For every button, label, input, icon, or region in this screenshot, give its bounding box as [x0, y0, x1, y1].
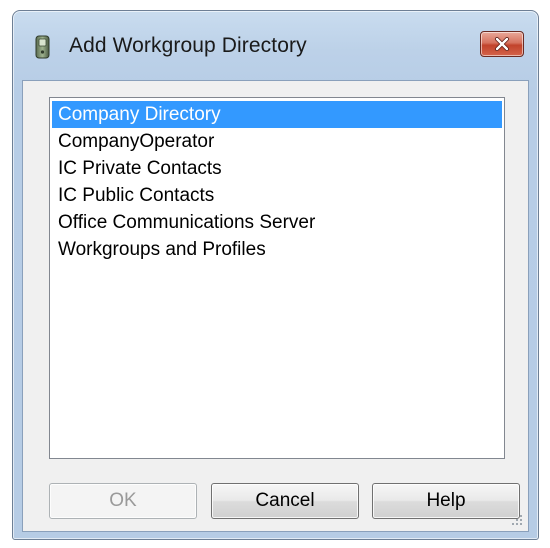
help-button[interactable]: Help: [372, 483, 520, 519]
close-icon: [494, 37, 510, 51]
title-bar[interactable]: Add Workgroup Directory: [13, 11, 538, 81]
list-item-office-communications-server[interactable]: Office Communications Server: [52, 209, 502, 236]
dialog-body: Company Directory CompanyOperator IC Pri…: [22, 80, 529, 532]
list-item-ic-private-contacts[interactable]: IC Private Contacts: [52, 155, 502, 182]
ok-button[interactable]: OK: [49, 483, 197, 519]
add-workgroup-directory-dialog: Add Workgroup Directory Company Director…: [12, 10, 539, 540]
cancel-button[interactable]: Cancel: [211, 483, 359, 519]
dialog-title: Add Workgroup Directory: [69, 34, 307, 57]
resize-grip-icon[interactable]: [510, 513, 524, 527]
list-item-ic-public-contacts[interactable]: IC Public Contacts: [52, 182, 502, 209]
handset-icon: [35, 35, 50, 59]
directory-listbox[interactable]: Company Directory CompanyOperator IC Pri…: [49, 97, 505, 459]
button-row: OK Cancel Help: [49, 483, 520, 519]
list-item-company-directory[interactable]: Company Directory: [52, 101, 502, 128]
close-button[interactable]: [480, 31, 524, 57]
list-item-workgroups-and-profiles[interactable]: Workgroups and Profiles: [52, 236, 502, 263]
list-item-company-operator[interactable]: CompanyOperator: [52, 128, 502, 155]
